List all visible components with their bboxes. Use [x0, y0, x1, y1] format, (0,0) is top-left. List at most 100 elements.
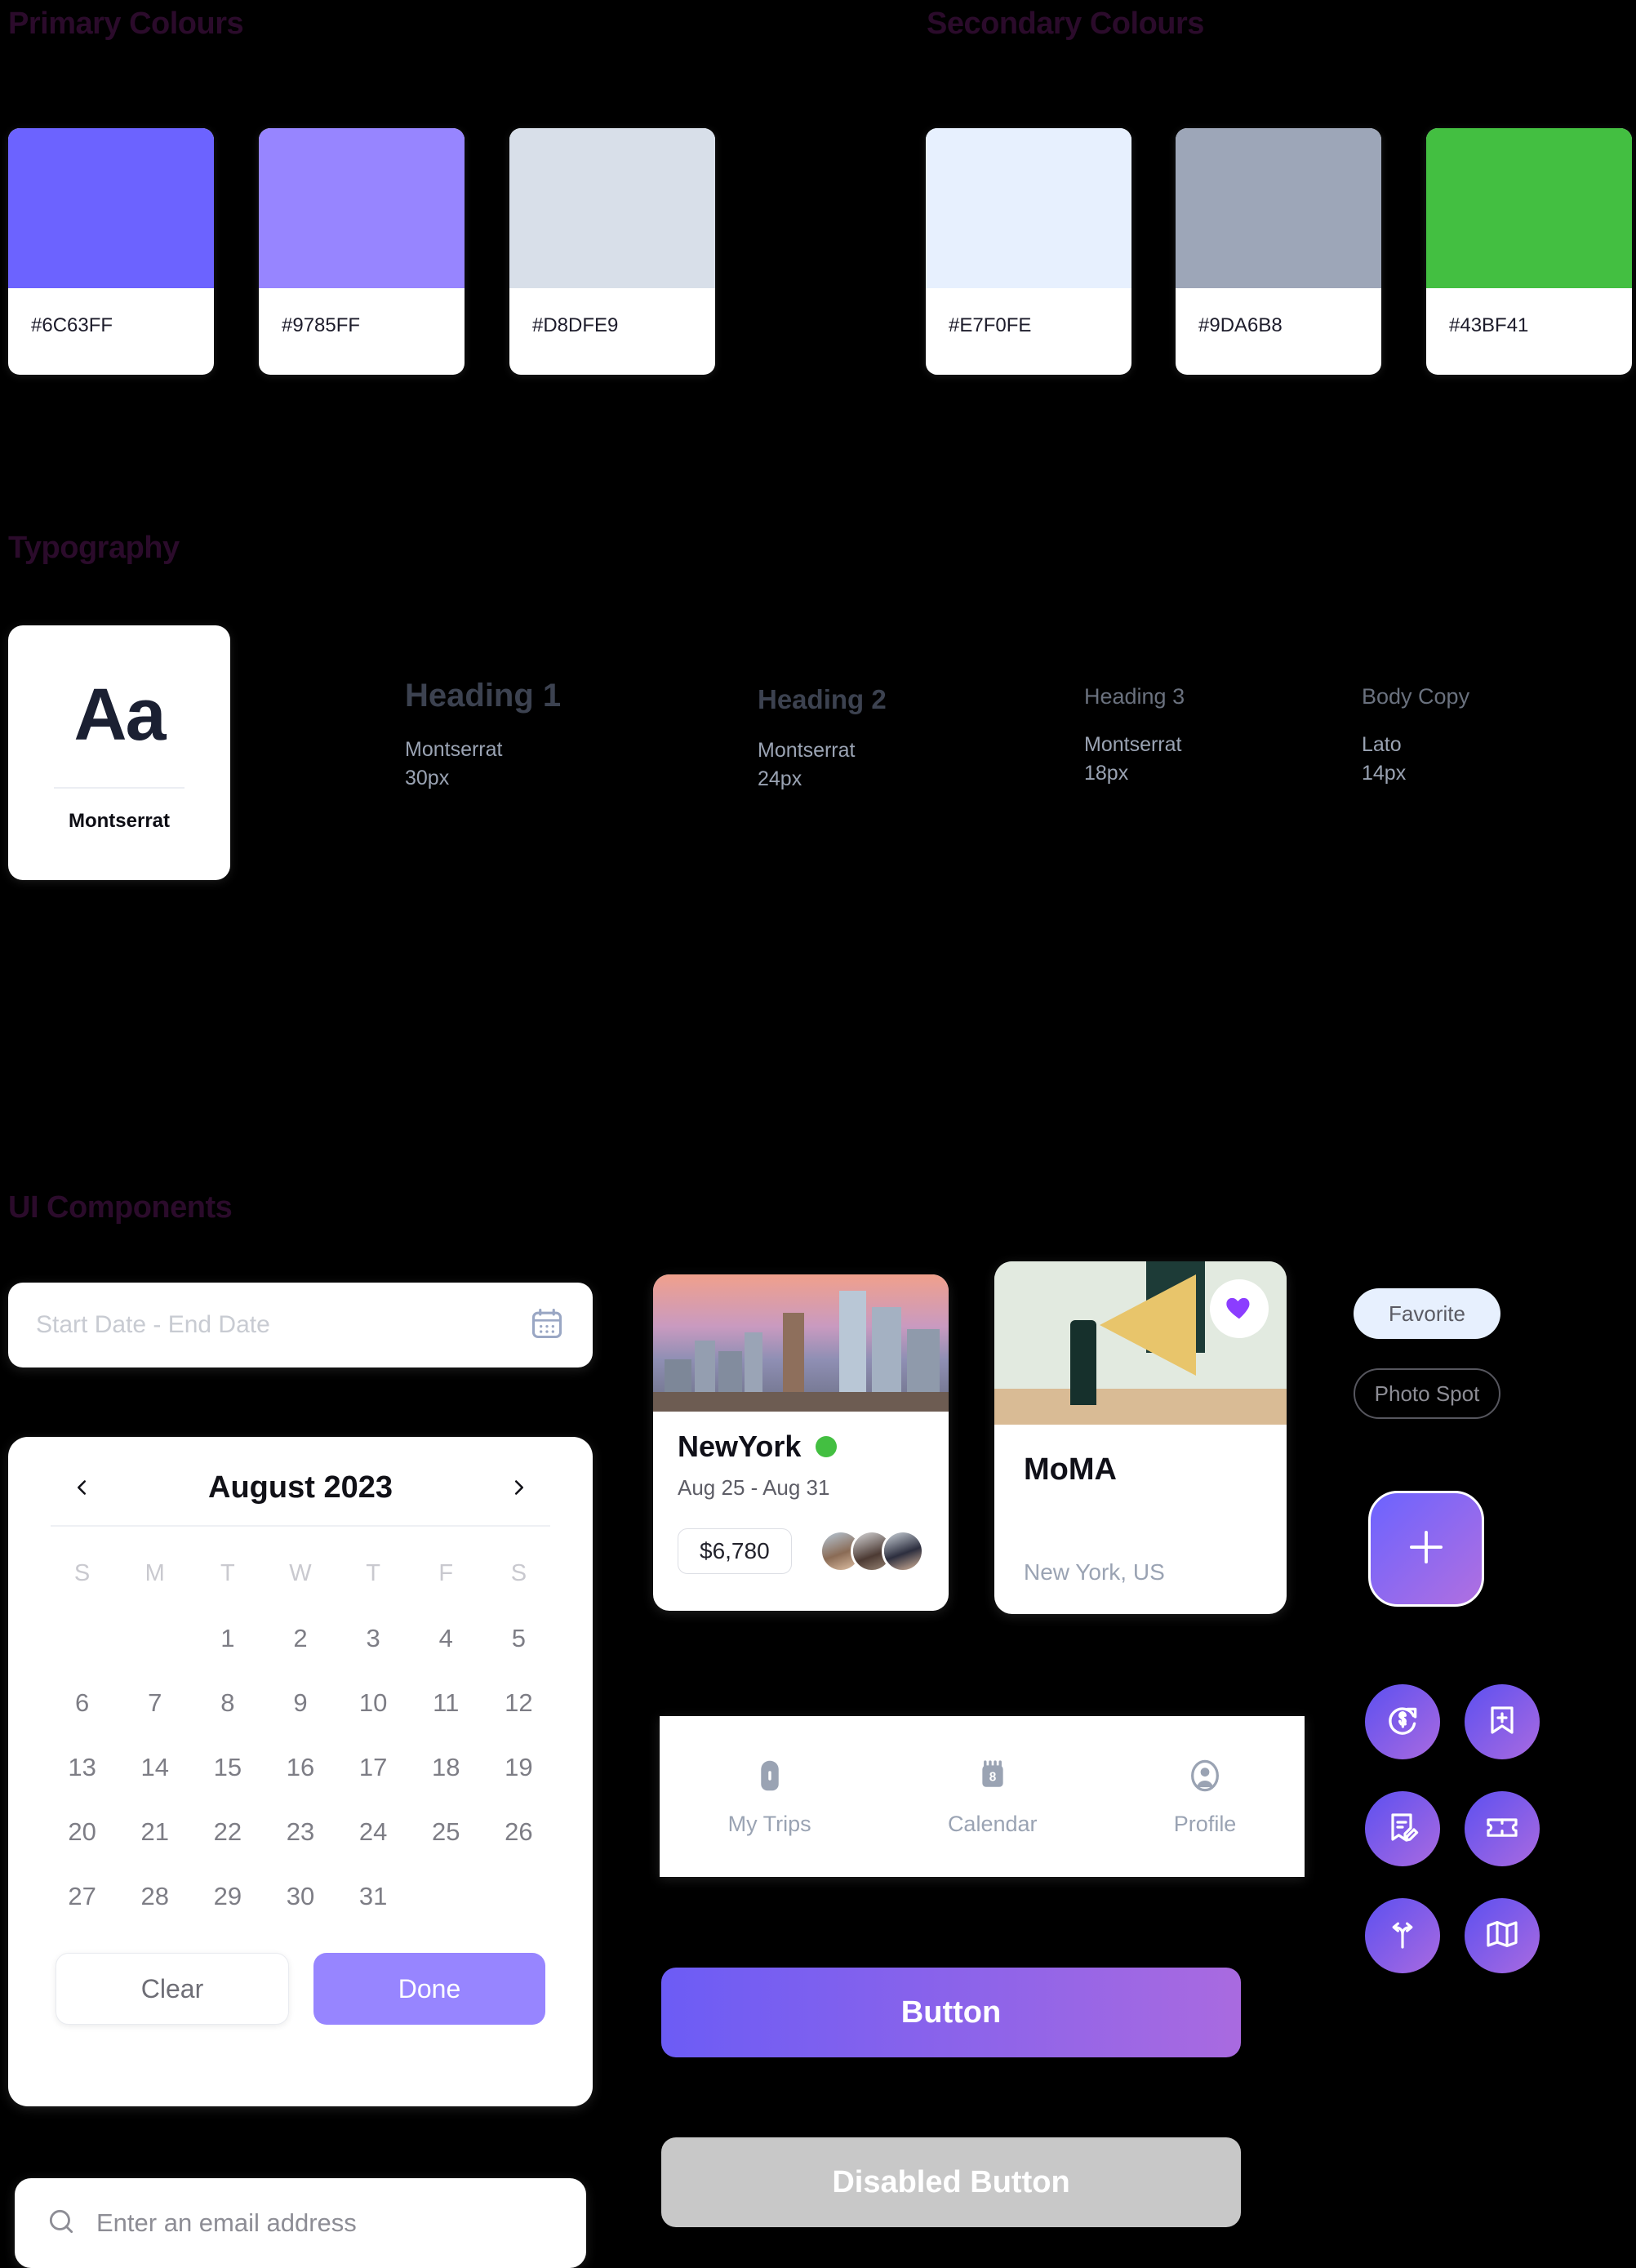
calendar-day-cell[interactable]: 31: [337, 1864, 410, 1928]
date-range-input[interactable]: Start Date - End Date: [8, 1283, 593, 1367]
type-style-family: Lato: [1362, 733, 1402, 756]
bottom-navigation[interactable]: My Trips 8 Calendar Profile: [660, 1716, 1305, 1877]
calendar-day-cell[interactable]: 23: [264, 1799, 336, 1864]
icon-button-ticket[interactable]: [1465, 1791, 1540, 1866]
calendar-day-cell[interactable]: 30: [264, 1864, 336, 1928]
icon-button-note-edit[interactable]: [1365, 1791, 1440, 1866]
calendar-month-year: August 2023: [208, 1470, 393, 1505]
chip-favorite[interactable]: Favorite: [1354, 1288, 1500, 1339]
calendar-day-cell[interactable]: 29: [191, 1864, 264, 1928]
email-search-input[interactable]: Enter an email address: [15, 2178, 586, 2268]
heart-icon: [1224, 1292, 1255, 1327]
calendar-day-cell[interactable]: 14: [118, 1735, 191, 1799]
calendar-day-header: T: [220, 1560, 235, 1586]
calendar-day-cell[interactable]: 15: [191, 1735, 264, 1799]
colour-swatch-fill: [8, 128, 214, 288]
calendar-day-header: S: [510, 1560, 527, 1586]
ticket-icon: [1483, 1808, 1522, 1851]
icon-button-map[interactable]: [1465, 1898, 1540, 1973]
calendar-day-header: M: [144, 1560, 165, 1586]
calendar-day-cell[interactable]: 25: [410, 1799, 482, 1864]
trip-card-footer: $6,780: [653, 1501, 949, 1574]
type-style-meta: Montserrat 18px: [1084, 731, 1185, 787]
type-style-meta: Montserrat 24px: [758, 736, 887, 793]
calendar-day-cell[interactable]: 7: [118, 1670, 191, 1735]
calendar-day-cell[interactable]: 13: [46, 1735, 118, 1799]
bookmark-add-icon: [1483, 1701, 1522, 1744]
colour-swatch-fill: [259, 128, 465, 288]
section-title-secondary-colours: Secondary Colours: [927, 7, 1204, 41]
calendar-day-cell[interactable]: 21: [118, 1799, 191, 1864]
type-style-size: 18px: [1084, 761, 1129, 785]
place-card[interactable]: MoMA New York, US: [994, 1261, 1287, 1614]
calendar-day-cell[interactable]: 5: [482, 1606, 555, 1670]
note-edit-icon: [1383, 1808, 1422, 1851]
chevron-left-icon[interactable]: [64, 1470, 100, 1505]
calendar-day-cell[interactable]: 28: [118, 1864, 191, 1928]
section-title-primary-colours: Primary Colours: [8, 7, 244, 41]
calendar-day-cell[interactable]: 19: [482, 1735, 555, 1799]
type-style-size: 14px: [1362, 761, 1407, 785]
trip-card[interactable]: NewYork Aug 25 - Aug 31 $6,780: [653, 1274, 949, 1611]
colour-swatch-label: #43BF41: [1449, 314, 1529, 336]
type-style-sample: Heading 2: [758, 684, 887, 714]
calendar-day-cell[interactable]: 4: [410, 1606, 482, 1670]
icon-button-split-arrows[interactable]: [1365, 1898, 1440, 1973]
add-button[interactable]: [1368, 1491, 1484, 1607]
calendar-cell-empty: [118, 1606, 191, 1670]
trip-card-photo: [653, 1274, 949, 1412]
icon-button-bookmark-add[interactable]: [1465, 1684, 1540, 1759]
section-title-typography: Typography: [8, 531, 180, 565]
calendar-day-cell[interactable]: 1: [191, 1606, 264, 1670]
calendar-day-cell[interactable]: 9: [264, 1670, 336, 1735]
trips-icon: [751, 1757, 789, 1799]
clear-button[interactable]: Clear: [56, 1953, 289, 2025]
calendar-day-cell[interactable]: 24: [337, 1799, 410, 1864]
chip-photo-spot[interactable]: Photo Spot: [1354, 1368, 1500, 1419]
calendar-day-cell[interactable]: 27: [46, 1864, 118, 1928]
calendar-day-cell[interactable]: 22: [191, 1799, 264, 1864]
calendar-day-cell[interactable]: 10: [337, 1670, 410, 1735]
font-specimen-family: Montserrat: [68, 809, 171, 832]
money-arrow-icon: [1382, 1700, 1423, 1745]
calendar-icon: 8: [974, 1757, 1011, 1799]
nav-item-my-trips[interactable]: My Trips: [728, 1757, 811, 1837]
colour-swatch-label: #9785FF: [282, 314, 361, 336]
type-style-heading-3: Heading 3 Montserrat 18px: [1084, 684, 1185, 787]
nav-label: Profile: [1173, 1811, 1237, 1836]
calendar-day-cell[interactable]: 18: [410, 1735, 482, 1799]
calendar-day-cell[interactable]: 11: [410, 1670, 482, 1735]
colour-swatch: #9785FF: [259, 128, 465, 375]
calendar-day-cell[interactable]: 17: [337, 1735, 410, 1799]
nav-label: My Trips: [727, 1811, 811, 1836]
type-style-family: Montserrat: [405, 738, 503, 761]
calendar-day-header: S: [73, 1560, 91, 1586]
split-arrows-icon: [1383, 1914, 1422, 1958]
calendar-day-cell[interactable]: 16: [264, 1735, 336, 1799]
type-style-heading-2: Heading 2 Montserrat 24px: [758, 684, 887, 793]
chevron-right-icon[interactable]: [501, 1470, 537, 1505]
calendar-day-cell[interactable]: 8: [191, 1670, 264, 1735]
calendar-day-cell[interactable]: 2: [264, 1606, 336, 1670]
favorite-button[interactable]: [1210, 1279, 1269, 1338]
done-button[interactable]: Done: [313, 1953, 545, 2025]
type-style-sample: Body Copy: [1362, 684, 1470, 709]
place-card-photo: [994, 1261, 1287, 1425]
calendar-grid[interactable]: S M T W T F S 1 2 3 4 5 6 7 8 9 10 11 12 13 14 15 16 17 18 19 20 21…: [46, 1541, 555, 1928]
colour-swatch-fill: [926, 128, 1131, 288]
trip-card-title-row: NewYork: [678, 1430, 924, 1464]
status-badge: [816, 1436, 838, 1457]
calendar-day-cell[interactable]: 20: [46, 1799, 118, 1864]
calendar-day-cell[interactable]: 3: [337, 1606, 410, 1670]
nav-item-calendar[interactable]: 8 Calendar: [948, 1757, 1038, 1837]
calendar-day-cell[interactable]: 12: [482, 1670, 555, 1735]
calendar-day-cell[interactable]: 26: [482, 1799, 555, 1864]
icon-button-money-arrow[interactable]: [1365, 1684, 1440, 1759]
primary-button[interactable]: Button: [661, 1968, 1241, 2057]
colour-swatch: #D8DFE9: [509, 128, 715, 375]
svg-text:8: 8: [989, 1770, 996, 1784]
calendar-day-cell[interactable]: 6: [46, 1670, 118, 1735]
date-picker-calendar[interactable]: August 2023 S M T W T F S 1 2 3 4 5 6 7 8 9 10 11 12 13 14 15…: [8, 1437, 593, 2106]
calendar-actions: Clear Done: [46, 1928, 555, 2025]
nav-item-profile[interactable]: Profile: [1173, 1757, 1237, 1837]
